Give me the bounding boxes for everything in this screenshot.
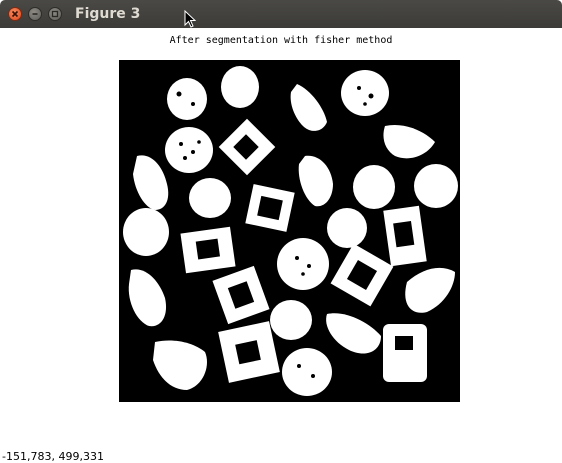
- close-icon: [11, 10, 19, 18]
- maximize-icon: [51, 10, 59, 18]
- segmentation-mask-image: [123, 66, 458, 396]
- maximize-button[interactable]: [48, 7, 62, 21]
- window-title: Figure 3: [75, 6, 141, 22]
- segmentation-image[interactable]: [119, 60, 460, 402]
- minimize-icon: [32, 13, 38, 15]
- window-titlebar[interactable]: Figure 3: [0, 0, 562, 28]
- mouse-cursor-icon: [184, 10, 196, 28]
- minimize-button[interactable]: [28, 7, 42, 21]
- figure-title: After segmentation with fisher method: [169, 35, 393, 46]
- close-button[interactable]: [8, 7, 22, 21]
- cursor-coordinates: -151,783, 499,331: [2, 450, 104, 463]
